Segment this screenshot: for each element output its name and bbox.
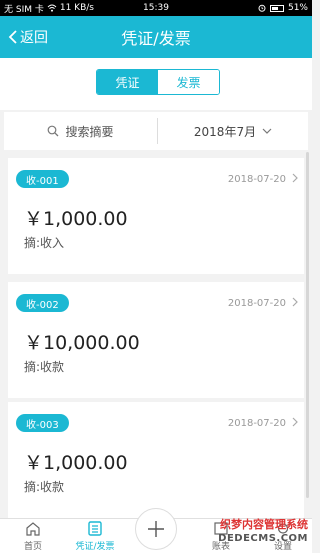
back-label: 返回: [20, 30, 48, 46]
navigation-bar: 返回 凭证/发票: [0, 16, 312, 58]
voucher-card[interactable]: 收-001 2018-07-20 ￥1,000.00 摘:收入: [8, 158, 304, 274]
voucher-amount: ￥1,000.00: [24, 452, 128, 474]
battery-level: 51%: [287, 3, 308, 13]
back-button[interactable]: 返回: [8, 16, 48, 58]
watermark-domain: DEDECMS.COM: [218, 533, 308, 544]
segment-control: 凭证 发票: [96, 69, 220, 95]
voucher-amount: ￥1,000.00: [24, 208, 128, 230]
search-field[interactable]: 搜索摘要: [4, 123, 157, 140]
battery-icon: [269, 4, 284, 12]
alarm-icon: [258, 4, 266, 12]
tab-voucher-invoice[interactable]: 凭证/发票: [70, 521, 120, 552]
chevron-down-icon: [262, 128, 272, 134]
voucher-card[interactable]: 收-003 2018-07-20 ￥1,000.00 摘:收款: [8, 402, 304, 518]
tab-voucher[interactable]: 凭证: [97, 70, 158, 94]
carrier-text: 无 SIM 卡: [4, 4, 44, 15]
month-label: 2018年7月: [193, 124, 257, 139]
search-placeholder: 搜索摘要: [65, 124, 114, 139]
wifi-icon: [47, 4, 57, 12]
voucher-card[interactable]: 收-002 2018-07-20 ￥10,000.00 摘:收款: [8, 282, 304, 398]
status-bar: 无 SIM 卡 11 KB/s 15:39 51%: [0, 0, 312, 16]
add-button[interactable]: [135, 508, 177, 550]
page-title: 凭证/发票: [121, 29, 191, 48]
search-icon: [48, 125, 59, 137]
tab-voucher-invoice-label: 凭证/发票: [75, 542, 115, 552]
chevron-right-icon: [292, 173, 298, 183]
month-picker[interactable]: 2018年7月: [158, 123, 308, 140]
voucher-date: 2018-07-20: [227, 174, 286, 185]
tab-home-label: 首页: [23, 542, 42, 552]
watermark: 织梦内容管理系统 DEDECMS.COM: [200, 516, 312, 553]
voucher-memo: 摘:收款: [24, 360, 65, 374]
home-icon: [26, 522, 40, 536]
scrollbar[interactable]: [306, 152, 309, 498]
voucher-code-badge: 收-002: [16, 294, 69, 312]
list-icon: [88, 521, 102, 536]
tab-invoice[interactable]: 发票: [158, 70, 219, 94]
chevron-right-icon: [292, 417, 298, 427]
chevron-right-icon: [292, 297, 298, 307]
chevron-left-icon: [8, 30, 17, 44]
filter-bar: 搜索摘要 2018年7月: [4, 112, 308, 150]
voucher-memo: 摘:收入: [24, 236, 65, 250]
clock: 15:39: [143, 3, 169, 13]
voucher-date: 2018-07-20: [227, 418, 286, 429]
voucher-code-badge: 收-003: [16, 414, 69, 432]
watermark-title: 织梦内容管理系统: [220, 518, 308, 531]
voucher-memo: 摘:收款: [24, 480, 65, 494]
voucher-date: 2018-07-20: [227, 298, 286, 309]
tab-home[interactable]: 首页: [8, 521, 58, 552]
voucher-amount: ￥10,000.00: [24, 332, 140, 354]
voucher-code-badge: 收-001: [16, 170, 69, 188]
plus-icon: [148, 521, 164, 537]
network-speed: 11 KB/s: [59, 3, 94, 13]
segment-area: 凭证 发票: [0, 58, 312, 110]
